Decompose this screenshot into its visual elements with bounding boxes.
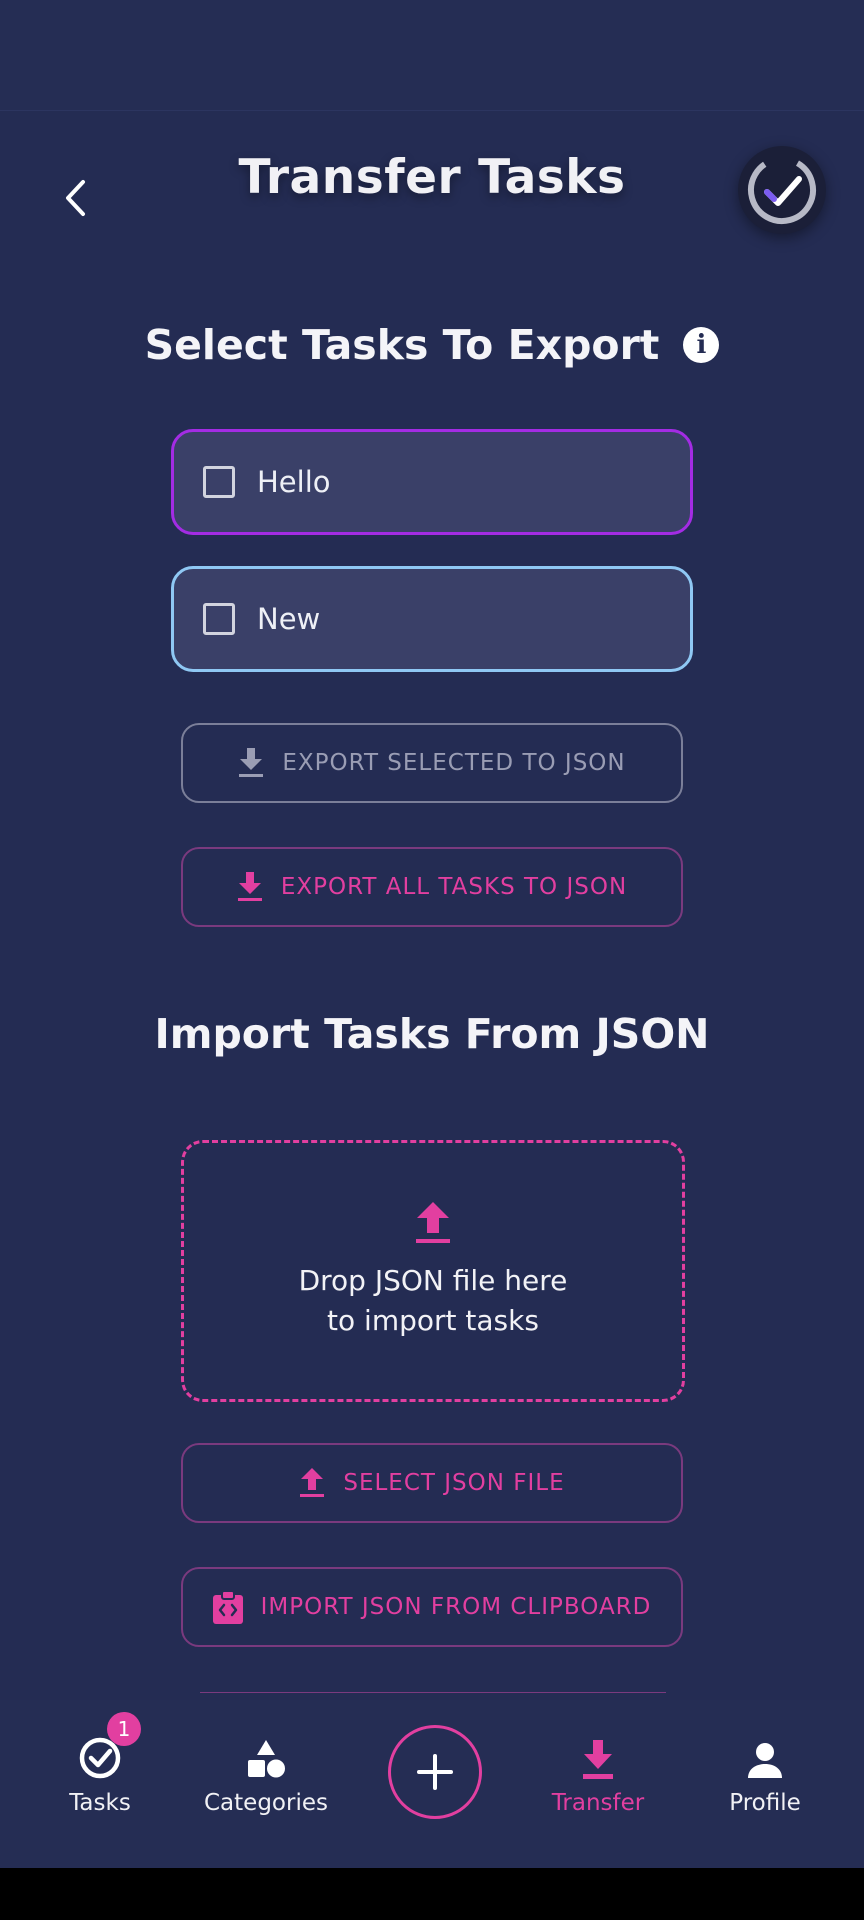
task-item-new[interactable]: New (171, 566, 693, 672)
nav-item-profile[interactable]: Profile (690, 1730, 840, 1816)
export-selected-button[interactable]: EXPORT SELECTED TO JSON (181, 723, 683, 803)
import-section-title: Import Tasks From JSON (154, 1010, 710, 1058)
person-icon (748, 1743, 782, 1778)
drop-line-2: to import tasks (327, 1304, 539, 1337)
upload-icon (416, 1202, 450, 1243)
export-section-title: Select Tasks To Export i (0, 318, 864, 369)
plus-icon (417, 1754, 453, 1790)
select-json-file-label: SELECT JSON FILE (343, 1470, 565, 1496)
nav-item-transfer[interactable]: Transfer (523, 1730, 673, 1816)
app-logo-icon (748, 156, 816, 224)
import-clipboard-label: IMPORT JSON FROM CLIPBOARD (260, 1594, 652, 1620)
task-label: Hello (257, 465, 331, 499)
info-icon[interactable]: i (683, 327, 720, 363)
drop-line-1: Drop JSON file here (298, 1264, 568, 1297)
export-all-button[interactable]: EXPORT ALL TASKS TO JSON (181, 847, 683, 927)
export-all-label: EXPORT ALL TASKS TO JSON (280, 874, 628, 900)
upload-icon (300, 1468, 325, 1497)
divider (200, 1692, 666, 1693)
bottom-navigation: 1 Tasks Categories Transfer Profile (0, 1700, 864, 1868)
status-bar (0, 0, 864, 111)
download-icon (237, 872, 262, 901)
add-task-button[interactable] (388, 1725, 482, 1819)
select-json-file-button[interactable]: SELECT JSON FILE (181, 1443, 683, 1523)
nav-label-categories: Categories (204, 1790, 328, 1816)
shapes-icon (248, 1740, 285, 1778)
import-clipboard-button[interactable]: IMPORT JSON FROM CLIPBOARD (181, 1567, 683, 1647)
task-item-hello[interactable]: Hello (171, 429, 693, 535)
tasks-badge: 1 (107, 1712, 141, 1746)
nav-label-tasks: Tasks (69, 1790, 131, 1816)
nav-label-transfer: Transfer (551, 1790, 645, 1816)
task-checkbox[interactable] (203, 603, 235, 635)
export-selected-label: EXPORT SELECTED TO JSON (282, 750, 626, 776)
nav-item-tasks[interactable]: 1 Tasks (25, 1712, 175, 1816)
drop-zone-text: Drop JSON file here to import tasks (299, 1261, 568, 1341)
page-title: Transfer Tasks (238, 150, 626, 205)
task-checkbox[interactable] (203, 466, 235, 498)
export-title-text: Select Tasks To Export (144, 321, 660, 369)
nav-label-profile: Profile (729, 1790, 801, 1816)
download-icon (239, 748, 264, 777)
nav-item-categories[interactable]: Categories (191, 1730, 341, 1816)
json-drop-zone[interactable]: Drop JSON file here to import tasks (181, 1140, 685, 1402)
header: Transfer Tasks (0, 110, 864, 270)
avatar[interactable] (738, 146, 826, 234)
clipboard-icon (212, 1590, 243, 1624)
task-label: New (257, 602, 321, 636)
system-navigation-bar (0, 1868, 864, 1920)
download-icon (583, 1740, 613, 1779)
